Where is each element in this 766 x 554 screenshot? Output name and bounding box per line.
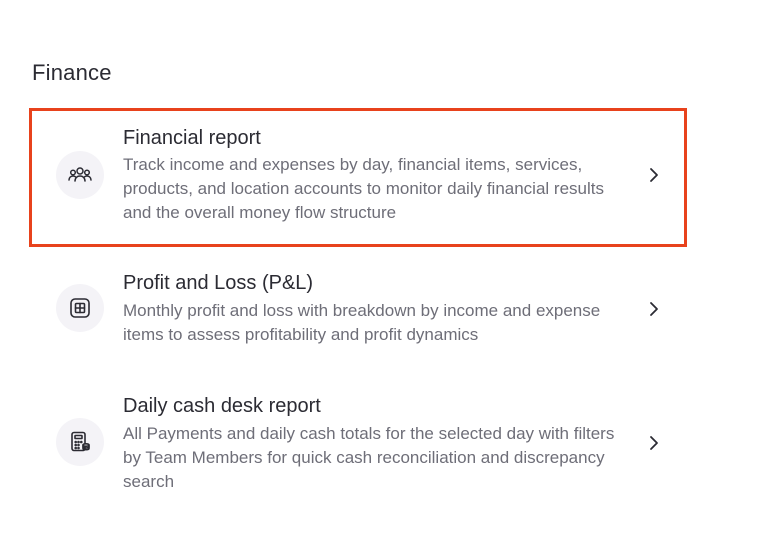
table-grid-icon [56,284,104,332]
people-icon [56,151,104,199]
financial-report-item[interactable]: Financial report Track income and expens… [29,108,687,247]
profit-and-loss-item[interactable]: Profit and Loss (P&L) Monthly profit and… [32,260,684,360]
item-title: Profit and Loss (P&L) [123,272,314,294]
calculator-icon [56,418,104,466]
daily-cash-desk-report-item[interactable]: Daily cash desk report All Payments and … [32,380,684,505]
item-description: All Payments and daily cash totals for t… [123,424,615,491]
item-title: Daily cash desk report [123,395,321,417]
item-description: Track income and expenses by day, financ… [123,155,604,222]
item-title: Financial report [123,127,261,149]
section-title: Finance [32,60,112,85]
item-description: Monthly profit and loss with breakdown b… [123,301,601,344]
chevron-right-icon [644,165,664,185]
chevron-right-icon [644,299,664,319]
chevron-right-icon [644,433,664,453]
finance-panel: Finance Financial report Track income an… [0,0,766,554]
